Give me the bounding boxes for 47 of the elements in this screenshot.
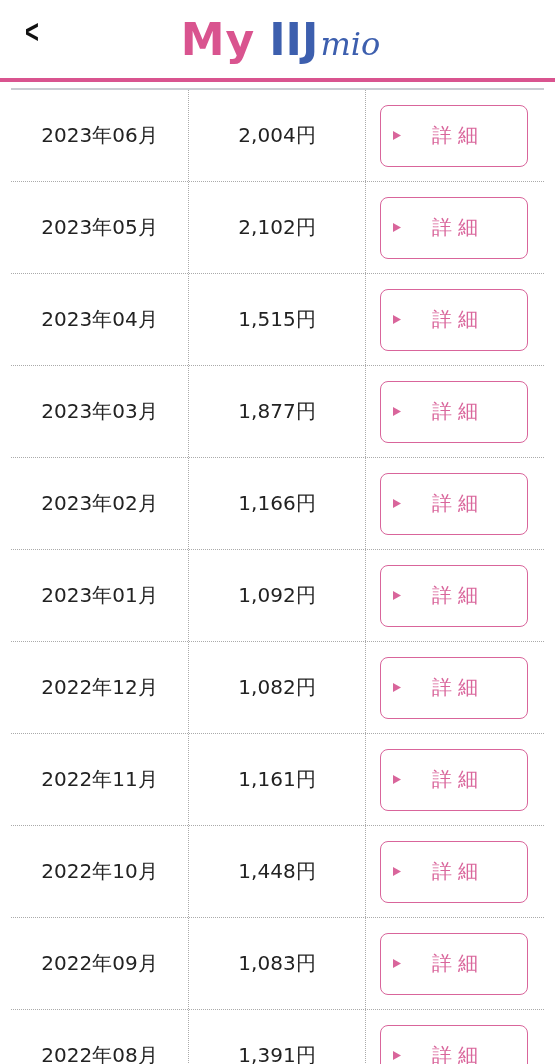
month-cell: 2022年10月 [11,826,189,917]
month-cell: 2023年03月 [11,366,189,457]
triangle-icon [393,499,401,508]
amount-cell: 1,877円 [189,366,366,457]
month-cell: 2022年09月 [11,918,189,1009]
detail-button[interactable]: 詳 細 [380,196,528,259]
triangle-icon [393,407,401,416]
detail-button[interactable]: 詳 細 [380,104,528,167]
logo-text: IIJ mio [269,13,381,65]
triangle-icon [393,775,401,784]
month-cell: 2022年08月 [11,1010,189,1064]
triangle-icon [393,223,401,232]
month-cell: 2022年12月 [11,642,189,733]
detail-button[interactable]: 詳 細 [380,932,528,995]
triangle-icon [393,315,401,324]
amount-cell: 2,102円 [189,182,366,273]
amount-cell: 1,391円 [189,1010,366,1064]
detail-button[interactable]: 詳 細 [380,748,528,811]
month-cell: 2023年01月 [11,550,189,641]
logo-text: My [180,13,256,65]
amount-cell: 1,092円 [189,550,366,641]
month-cell: 2022年11月 [11,734,189,825]
triangle-icon [393,1051,401,1060]
detail-button[interactable]: 詳 細 [380,288,528,351]
month-cell: 2023年04月 [11,274,189,365]
triangle-icon [393,131,401,140]
back-button[interactable]: < [25,12,39,51]
amount-cell: 1,161円 [189,734,366,825]
detail-button[interactable]: 詳 細 [380,840,528,903]
detail-button[interactable]: 詳 細 [380,1024,528,1064]
amount-cell: 1,166円 [189,458,366,549]
detail-button[interactable]: 詳 細 [380,656,528,719]
amount-cell: 1,083円 [189,918,366,1009]
month-cell: 2023年02月 [11,458,189,549]
triangle-icon [393,867,401,876]
triangle-icon [393,591,401,600]
triangle-icon [393,959,401,968]
triangle-icon [393,683,401,692]
month-cell: 2023年05月 [11,182,189,273]
amount-cell: 1,448円 [189,826,366,917]
month-cell: 2023年06月 [11,90,189,181]
detail-button[interactable]: 詳 細 [380,564,528,627]
amount-cell: 2,004円 [189,90,366,181]
detail-button[interactable]: 詳 細 [380,380,528,443]
amount-cell: 1,515円 [189,274,366,365]
amount-cell: 1,082円 [189,642,366,733]
detail-button[interactable]: 詳 細 [380,472,528,535]
